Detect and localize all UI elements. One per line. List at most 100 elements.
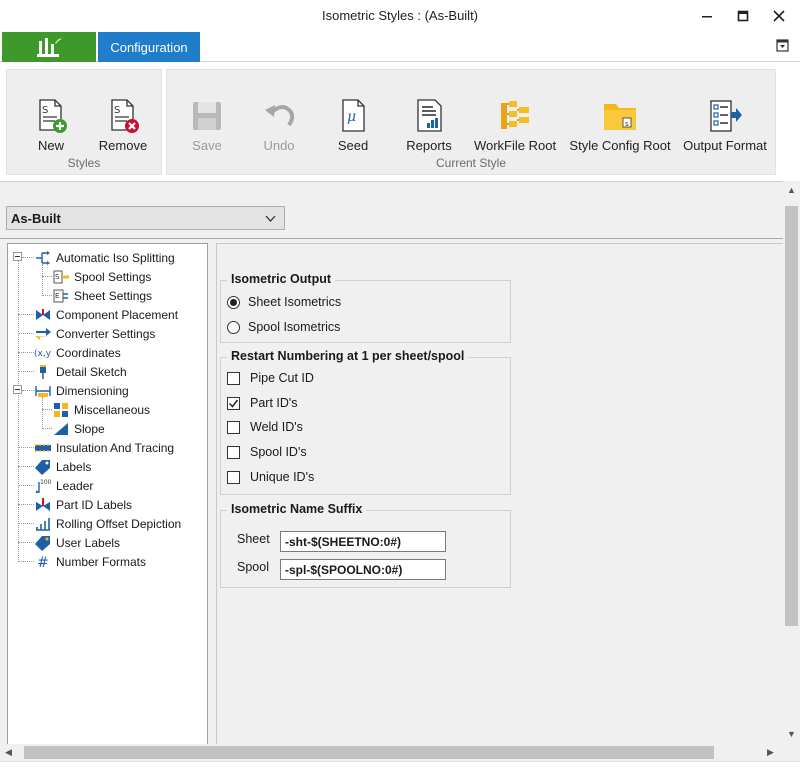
tree-connector (22, 257, 34, 258)
main-panel: As-Built Automatic Iso Splitting S Spool… (0, 181, 783, 745)
tree-item-slope[interactable]: Slope (52, 419, 105, 438)
scroll-up-icon[interactable]: ▲ (787, 185, 796, 195)
radio-spool-isometrics[interactable]: Spool Isometrics (227, 320, 340, 334)
tree-item-labels[interactable]: Labels (34, 457, 91, 476)
coordinates-icon: (x,y) (34, 349, 52, 359)
output-format-icon (710, 100, 742, 132)
ribbon-minimize-button[interactable] (776, 39, 790, 53)
checkbox[interactable] (227, 371, 240, 385)
sheet-suffix-input[interactable]: -sht-$(SHEETNO:0#) (280, 531, 446, 552)
undo-icon (265, 105, 295, 127)
tree-item-label: Labels (56, 459, 92, 474)
checkbox[interactable] (227, 396, 240, 410)
user-tag-icon (35, 535, 50, 551)
new-button[interactable]: S New (21, 98, 81, 153)
close-button[interactable] (764, 4, 794, 28)
group-title: Isometric Name Suffix (227, 502, 367, 516)
radio-label: Sheet Isometrics (248, 295, 342, 309)
scroll-right-icon[interactable]: ▶ (767, 747, 774, 758)
config-folder-icon: s (604, 104, 636, 130)
checkbox-pipe-cut-id[interactable]: Pipe Cut ID (227, 371, 314, 385)
horizontal-scrollbar[interactable]: ◀ ▶ (0, 744, 783, 761)
leader-icon: 100 (36, 479, 52, 493)
checkbox-spool-ids[interactable]: Spool ID's (227, 445, 307, 459)
checkbox[interactable] (227, 420, 240, 434)
style-select[interactable]: As-Built (6, 206, 285, 230)
radio-button[interactable] (227, 320, 240, 334)
tree-item-label: Miscellaneous (74, 402, 151, 417)
hash-icon: # (37, 555, 49, 570)
tree-item-insulation-and-tracing[interactable]: Insulation And Tracing (34, 438, 174, 457)
svg-text:S: S (55, 273, 60, 281)
tree-item-label: Slope (74, 421, 105, 436)
ribbon-group-styles: S New S Remove Styles (6, 69, 162, 175)
chevron-down-icon (265, 215, 276, 222)
reports-button[interactable]: Reports (399, 98, 459, 153)
tree-item-sheet-settings[interactable]: E Sheet Settings (52, 286, 152, 305)
tree-collapse-toggle[interactable] (13, 385, 22, 394)
tree-item-detail-sketch[interactable]: Detail Sketch (34, 362, 127, 381)
style-config-root-button[interactable]: s Style Config Root (565, 98, 675, 153)
svg-text:E: E (55, 292, 59, 300)
checkbox[interactable] (227, 445, 240, 459)
tree-item-converter-settings[interactable]: Converter Settings (34, 324, 155, 343)
ribbon: S New S Remove Styles Save Undo μ Seed R… (0, 63, 800, 181)
tree-connector (22, 390, 34, 391)
seed-icon: μ (342, 99, 365, 132)
checkbox-unique-ids[interactable]: Unique ID's (227, 470, 314, 484)
tree-item-part-id-labels[interactable]: Part ID Labels (34, 495, 132, 514)
current-style-group-label: Current Style (435, 156, 507, 170)
workfile-folder-icon (501, 101, 529, 129)
scrollbar-corner (783, 744, 800, 761)
checkbox[interactable] (227, 470, 240, 484)
vertical-scroll-thumb[interactable] (785, 206, 798, 626)
tree-item-label: Dimensioning (56, 383, 129, 398)
spool-suffix-input[interactable]: -spl-$(SPOOLNO:0#) (280, 559, 446, 580)
tree-item-label: Number Formats (56, 554, 147, 569)
workfile-root-button-label: WorkFile Root (473, 138, 557, 153)
checkbox-part-ids[interactable]: Part ID's (227, 396, 298, 410)
tree-item-component-placement[interactable]: Component Placement (34, 305, 178, 324)
scroll-down-icon[interactable]: ▼ (787, 729, 796, 739)
tree-item-leader[interactable]: 100 Leader (34, 476, 93, 495)
seed-button[interactable]: μ Seed (325, 98, 381, 153)
style-config-root-button-label: Style Config Root (569, 138, 671, 153)
maximize-button[interactable] (728, 4, 758, 28)
pin-icon (40, 364, 46, 379)
tree-connector (18, 352, 34, 353)
tab-configuration[interactable]: Configuration (98, 32, 200, 62)
minimize-button[interactable] (692, 4, 722, 28)
scroll-left-icon[interactable]: ◀ (5, 747, 12, 758)
sheet-settings-icon: E (53, 289, 68, 302)
tree-item-user-labels[interactable]: User Labels (34, 533, 120, 552)
vertical-scrollbar[interactable]: ▲ ▼ (783, 181, 800, 744)
workfile-root-button[interactable]: WorkFile Root (469, 98, 561, 153)
undo-button[interactable]: Undo (251, 98, 307, 153)
radio-label: Spool Isometrics (248, 320, 341, 334)
tree-item-spool-settings[interactable]: S Spool Settings (52, 267, 151, 286)
tag-icon (35, 459, 50, 475)
svg-text:μ: μ (347, 109, 356, 125)
settings-tree[interactable]: Automatic Iso Splitting S Spool Settings… (7, 243, 208, 745)
split-icon (36, 250, 50, 265)
tree-item-automatic-iso-splitting[interactable]: Automatic Iso Splitting (34, 248, 175, 267)
tree-item-number-formats[interactable]: # Number Formats (34, 552, 146, 571)
radio-button[interactable] (227, 295, 240, 309)
tree-item-miscellaneous[interactable]: Miscellaneous (52, 400, 150, 419)
seed-button-label: Seed (337, 138, 369, 153)
tree-item-label: User Labels (56, 535, 121, 550)
save-button[interactable]: Save (179, 98, 235, 153)
tree-item-dimensioning[interactable]: Dimensioning (34, 381, 129, 400)
checkmark-icon (228, 399, 239, 408)
style-select-value: As-Built (11, 211, 61, 226)
tree-item-coordinates[interactable]: (x,y) Coordinates (34, 343, 121, 362)
radio-sheet-isometrics[interactable]: Sheet Isometrics (227, 295, 341, 309)
tree-collapse-toggle[interactable] (13, 252, 22, 261)
tree-item-rolling-offset-depiction[interactable]: Rolling Offset Depiction (34, 514, 181, 533)
remove-button[interactable]: S Remove (91, 98, 155, 153)
output-format-button[interactable]: Output Format (677, 98, 773, 153)
ribbon-collapse-icon (776, 39, 789, 52)
application-menu-button[interactable] (2, 32, 96, 62)
horizontal-scroll-thumb[interactable] (24, 746, 714, 759)
checkbox-weld-ids[interactable]: Weld ID's (227, 420, 303, 434)
